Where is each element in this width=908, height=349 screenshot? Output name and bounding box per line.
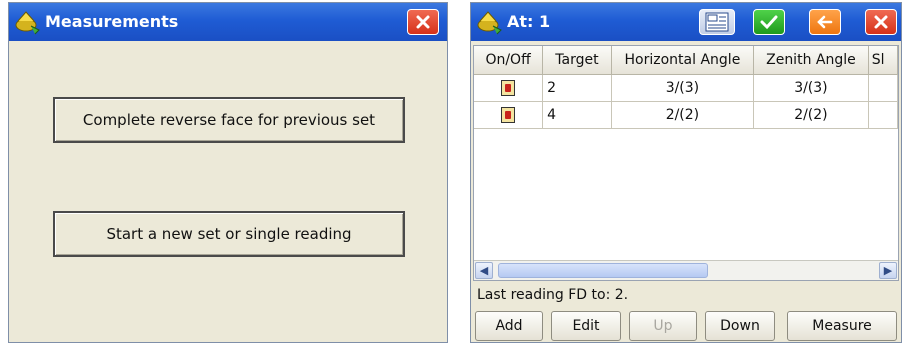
- horizontal-scrollbar[interactable]: ◀ ▶: [474, 260, 898, 280]
- col-target[interactable]: Target: [542, 46, 612, 75]
- target-cell: 2: [542, 74, 612, 102]
- add-button[interactable]: Add: [475, 311, 543, 341]
- table-row[interactable]: 4 2/(2) 2/(2): [474, 101, 898, 129]
- close-icon: [416, 15, 430, 29]
- target-cell: 4: [542, 101, 612, 129]
- complete-reverse-face-button[interactable]: Complete reverse face for previous set: [53, 97, 405, 143]
- window-title: At: 1: [507, 12, 551, 31]
- grid-icon: [705, 12, 729, 32]
- measure-button[interactable]: Measure: [787, 311, 897, 341]
- on-off-cell[interactable]: [474, 74, 544, 102]
- horizontal-angle-cell: 3/(3): [611, 74, 755, 102]
- window-title: Measurements: [45, 12, 179, 31]
- col-horizontal-angle[interactable]: Horizontal Angle: [611, 46, 755, 75]
- table-row[interactable]: 2 3/(3) 3/(3): [474, 74, 898, 102]
- slope-cell: [868, 101, 898, 129]
- close-button[interactable]: [407, 9, 439, 35]
- col-slope[interactable]: Sl: [868, 46, 898, 75]
- start-new-set-button[interactable]: Start a new set or single reading: [53, 211, 405, 257]
- back-arrow-icon: [817, 15, 833, 29]
- close-button[interactable]: [865, 9, 897, 35]
- measurements-window: Measurements Complete reverse face for p…: [8, 2, 448, 343]
- table-header: On/Off Target Horizontal Angle Zenith An…: [474, 46, 898, 75]
- zenith-angle-cell: 2/(2): [753, 101, 869, 129]
- close-icon: [874, 15, 888, 29]
- up-button[interactable]: Up: [629, 311, 697, 341]
- target-icon[interactable]: [501, 106, 516, 123]
- scrollbar-thumb[interactable]: [498, 263, 708, 278]
- app-icon: [15, 11, 40, 35]
- grid-view-button[interactable]: [699, 9, 735, 35]
- horizontal-angle-cell: 2/(2): [611, 101, 755, 129]
- station-window: At: 1 On/Off Target Horizontal Angle Zen…: [470, 2, 902, 343]
- title-bar: Measurements: [9, 3, 447, 41]
- zenith-angle-cell: 3/(3): [753, 74, 869, 102]
- title-bar: At: 1: [471, 3, 901, 41]
- slope-cell: [868, 74, 898, 102]
- scroll-right-icon[interactable]: ▶: [879, 262, 897, 279]
- col-on-off[interactable]: On/Off: [474, 46, 544, 75]
- back-button[interactable]: [809, 9, 841, 35]
- app-icon: [477, 11, 502, 35]
- edit-button[interactable]: Edit: [551, 311, 621, 341]
- on-off-cell[interactable]: [474, 101, 544, 129]
- down-button[interactable]: Down: [705, 311, 775, 341]
- target-icon[interactable]: [501, 79, 516, 96]
- scroll-left-icon[interactable]: ◀: [475, 262, 493, 279]
- status-text: Last reading FD to: 2.: [477, 287, 629, 303]
- ok-button[interactable]: [753, 9, 785, 35]
- col-zenith-angle[interactable]: Zenith Angle: [753, 46, 869, 75]
- checkmark-icon: [760, 15, 778, 30]
- readings-table: On/Off Target Horizontal Angle Zenith An…: [473, 45, 899, 281]
